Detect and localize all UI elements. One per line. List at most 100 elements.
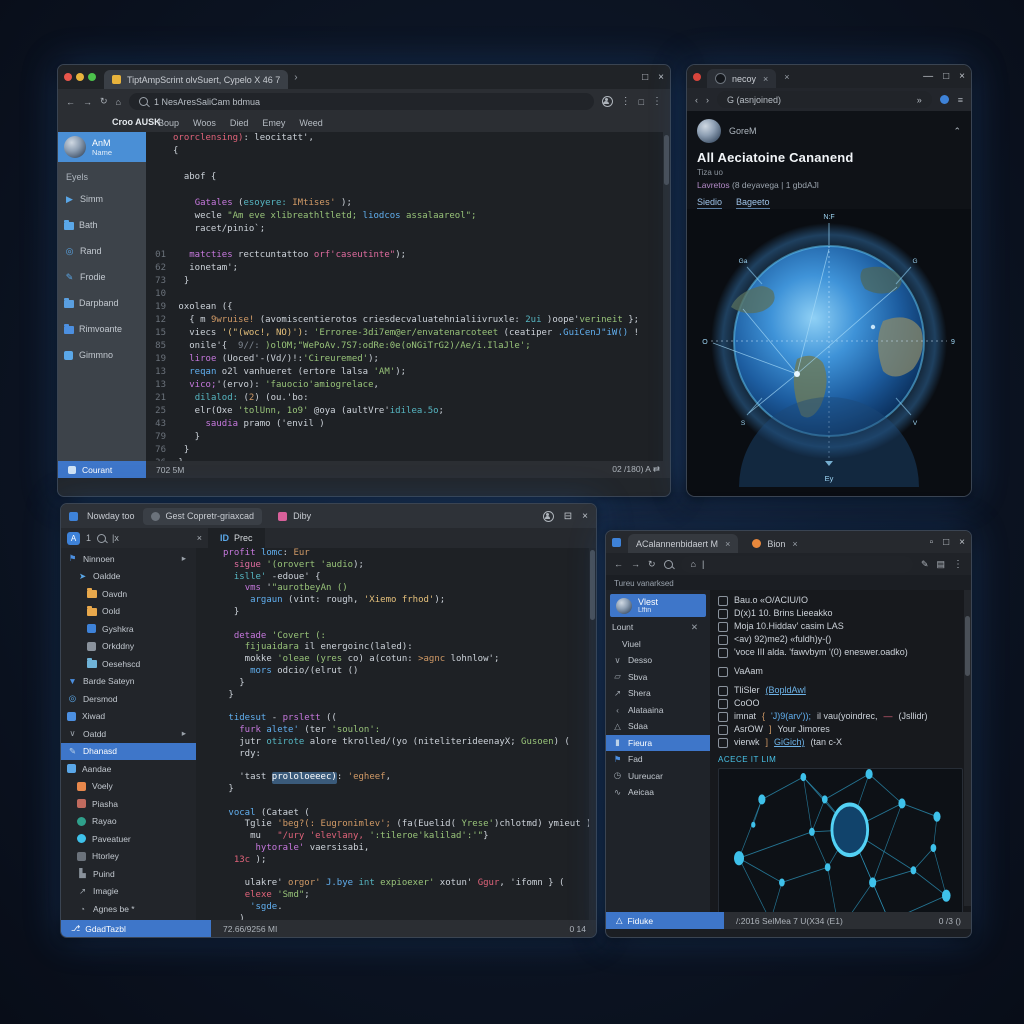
tree-item-dersmod[interactable]: ◎Dersmod xyxy=(61,690,196,708)
second-tab-close-icon[interactable]: × xyxy=(784,72,789,82)
tree-item-oesehscd[interactable]: Oesehscd xyxy=(61,655,196,673)
status-mode[interactable]: △ Fiduke xyxy=(606,912,724,929)
item-trail-icon[interactable]: ✕ xyxy=(691,622,704,633)
menu-item-died[interactable]: Died xyxy=(230,118,249,128)
maximize-icon[interactable]: □ xyxy=(943,71,949,82)
minimize-icon[interactable]: ▫ xyxy=(930,537,934,548)
menu-kebab-icon[interactable]: ⋮ xyxy=(953,559,963,570)
close-light-icon[interactable] xyxy=(64,73,72,81)
list-row[interactable]: Bau.o «O/ACIU/IO xyxy=(718,594,963,607)
zoom-light-icon[interactable] xyxy=(88,73,96,81)
tree-item-desso[interactable]: ∨Desso xyxy=(606,652,710,669)
row-checkbox-icon[interactable] xyxy=(718,725,728,735)
tree-item-lount[interactable]: Lount✕ xyxy=(606,619,710,636)
close-icon[interactable]: × xyxy=(959,71,965,82)
menu-icon[interactable]: ≡ xyxy=(958,95,963,105)
list-row[interactable]: VaAam xyxy=(718,665,963,678)
close-icon[interactable]: × xyxy=(959,537,965,548)
list-row[interactable]: TliSler (BopldAwl xyxy=(718,684,963,697)
tree-item-ninnoen[interactable]: ⚑Ninnoen▸ xyxy=(61,550,196,568)
tree-item-aandae[interactable]: Aandae xyxy=(61,760,196,778)
network-graph[interactable] xyxy=(718,768,963,912)
menu-kebab-icon[interactable]: ⋮ xyxy=(652,96,662,107)
menu-item-emey[interactable]: Emey xyxy=(262,118,285,128)
back-icon[interactable]: ← xyxy=(66,97,75,107)
minimize-icon[interactable]: — xyxy=(923,71,933,82)
doc-tab-2[interactable]: Diby xyxy=(270,508,319,525)
browser-tab-2[interactable]: Bion × xyxy=(744,534,805,553)
address-bar[interactable]: G (asnjoined) » xyxy=(717,91,932,108)
list-row[interactable]: AsrOW ] Your Jimores xyxy=(718,723,963,736)
row-checkbox-icon[interactable] xyxy=(718,622,728,632)
tree-item-darpband[interactable]: Darpband xyxy=(58,290,146,316)
row-checkbox-icon[interactable] xyxy=(718,667,728,677)
code-editor[interactable]: ororclensing): leocitatt',{ abof { Gatal… xyxy=(146,132,670,461)
browser-tab[interactable]: necoy × xyxy=(707,69,776,88)
item-trail-icon[interactable]: ▸ xyxy=(182,728,192,739)
account-icon[interactable] xyxy=(940,95,949,104)
browser-tab[interactable]: TiptAmpScrint olvSuert, Cypelo X 46 7 xyxy=(104,70,288,89)
tree-item-htorley[interactable]: Htorley xyxy=(61,848,196,866)
activity-icon[interactable]: A xyxy=(67,532,80,545)
restore-icon[interactable]: ⊟ xyxy=(564,511,572,522)
new-tab-button[interactable]: › xyxy=(294,72,297,83)
tree-item-gimmno[interactable]: Gimmno xyxy=(58,342,146,368)
tree-item-simm[interactable]: ▶Simm xyxy=(58,186,146,212)
list-row[interactable]: vierwk ] GiGich) (tan c-X xyxy=(718,736,963,749)
tree-item-voely[interactable]: Voely xyxy=(61,778,196,796)
row-checkbox-icon[interactable] xyxy=(718,648,728,658)
tree-item-rayao[interactable]: Rayao xyxy=(61,813,196,831)
collapse-chevron-icon[interactable]: ⌃ xyxy=(953,126,961,137)
minimize-light-icon[interactable] xyxy=(76,73,84,81)
file-tab[interactable]: ID Prec xyxy=(208,528,265,548)
tree-item-bath[interactable]: Bath xyxy=(58,212,146,238)
tree-item-oavdn[interactable]: Oavdn xyxy=(61,585,196,603)
row-checkbox-icon[interactable] xyxy=(718,712,728,722)
tree-item-paveatuer[interactable]: Paveatuer xyxy=(61,830,196,848)
more-icon[interactable]: ⋮ xyxy=(621,96,631,107)
tree-item-viuel[interactable]: Viuel xyxy=(606,636,710,653)
tab-close-icon[interactable]: × xyxy=(763,74,768,84)
row-checkbox-icon[interactable] xyxy=(718,596,728,606)
user-block[interactable]: AnM Name xyxy=(58,132,146,162)
row-checkbox-icon[interactable] xyxy=(718,738,728,748)
tree-item-dhanasd[interactable]: ✎Dhanasd xyxy=(61,743,196,761)
status-mode[interactable]: Courant xyxy=(58,461,146,478)
forward-icon[interactable]: → xyxy=(83,97,92,107)
menu-item-boup[interactable]: Boup xyxy=(158,118,179,128)
code-editor[interactable]: profit lomc: Eur sigue '(orovert 'audio)… xyxy=(196,548,596,920)
row-checkbox-icon[interactable] xyxy=(718,686,728,696)
menu-item-woos[interactable]: Woos xyxy=(193,118,216,128)
maximize-icon[interactable]: □ xyxy=(943,537,949,548)
link-siedio[interactable]: Siedio xyxy=(697,197,722,209)
status-branch[interactable]: ⎇ GdadTazbl xyxy=(61,920,211,937)
back-icon[interactable]: ‹ xyxy=(695,95,698,105)
forward-icon[interactable]: › xyxy=(706,95,709,105)
list-row[interactable]: CoOO xyxy=(718,697,963,710)
forward-icon[interactable]: → xyxy=(631,559,640,569)
tree-item-xiwad[interactable]: Xiwad xyxy=(61,708,196,726)
list-row[interactable]: imnat { 'J)9(arv')); il vau(yoindrec, — … xyxy=(718,710,963,723)
tree-item-rand[interactable]: ◎Rand xyxy=(58,238,146,264)
tree-item-fad[interactable]: ⚑Fad xyxy=(606,751,710,768)
tree-item-alataaina[interactable]: ‹Alataaina xyxy=(606,702,710,719)
close-icon[interactable]: × xyxy=(582,511,588,522)
search-input[interactable]: |x xyxy=(112,533,119,543)
list-row[interactable]: Moja 10.Hiddav' casim LAS xyxy=(718,620,963,633)
edit-icon[interactable]: ✎ xyxy=(921,559,929,570)
menu-item-weed[interactable]: Weed xyxy=(299,118,322,128)
tab1-close-icon[interactable]: × xyxy=(725,539,730,549)
doc-tab-1[interactable]: Gest Copretr-griaxcad xyxy=(143,508,263,525)
tree-item-sbva[interactable]: ▱Sbva xyxy=(606,669,710,686)
reading-list-icon[interactable]: ▤ xyxy=(936,559,945,570)
window-box-icon[interactable]: □ xyxy=(639,97,644,107)
tree-item-imagie[interactable]: ↗Imagie xyxy=(61,883,196,901)
address-bar[interactable]: 1 NesAresSaliCam bdmua xyxy=(129,93,594,110)
close-panel-icon[interactable]: × xyxy=(197,533,202,543)
link-bageeto[interactable]: Bageeto xyxy=(736,197,770,209)
row-checkbox-icon[interactable] xyxy=(718,699,728,709)
row-checkbox-icon[interactable] xyxy=(718,635,728,645)
tree-item-orkddny[interactable]: Orkddny xyxy=(61,638,196,656)
close-icon[interactable]: × xyxy=(658,72,664,83)
tree-item-puind[interactable]: ▙Puind xyxy=(61,865,196,883)
